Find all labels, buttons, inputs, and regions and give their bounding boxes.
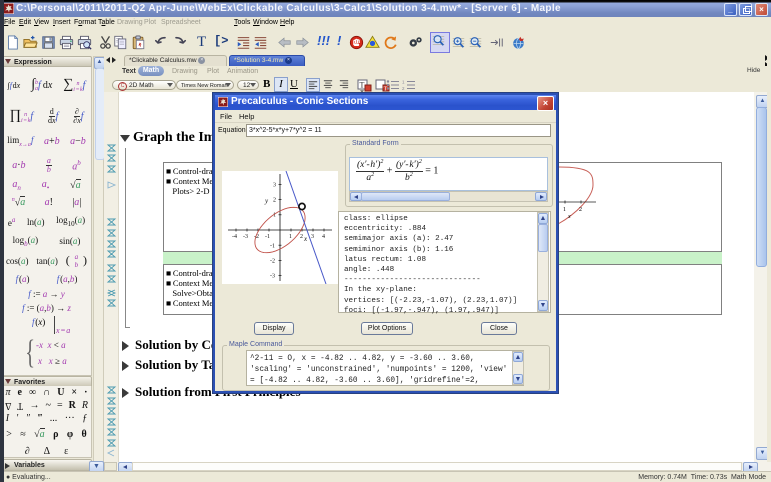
svg-text:T: T <box>360 81 365 90</box>
svg-text:x: x <box>303 235 308 243</box>
svg-text:x: x <box>567 214 571 220</box>
svg-text:-3: -3 <box>243 234 248 240</box>
svg-text:-1: -1 <box>270 244 275 250</box>
svg-text:4: 4 <box>322 234 325 240</box>
svg-text:-2: -2 <box>270 259 275 265</box>
svg-text:1: 1 <box>402 80 405 85</box>
svg-text:2: 2 <box>579 207 582 213</box>
svg-text:-4: -4 <box>232 234 237 240</box>
svg-text:2: 2 <box>402 86 405 91</box>
svg-text:-1: -1 <box>265 234 270 240</box>
svg-text:y: y <box>264 197 269 205</box>
svg-text:2: 2 <box>273 198 276 204</box>
svg-text:3: 3 <box>311 234 314 240</box>
svg-text:1: 1 <box>563 207 566 213</box>
svg-text:2: 2 <box>300 234 303 240</box>
svg-text:-3: -3 <box>270 274 275 280</box>
svg-text:1: 1 <box>289 234 292 240</box>
svg-text:3: 3 <box>273 183 276 189</box>
